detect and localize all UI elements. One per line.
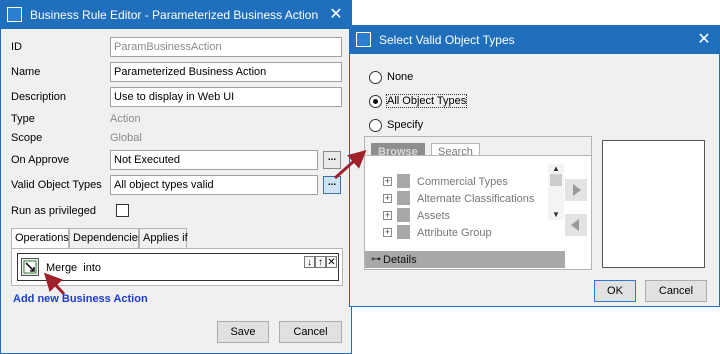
window-icon	[7, 7, 22, 22]
cancel-button[interactable]: Cancel	[279, 321, 342, 343]
close-icon[interactable]: ✕	[325, 4, 347, 26]
type-value: Action	[110, 113, 141, 125]
run-as-privileged-label: Run as privileged	[11, 205, 96, 217]
operation-label: Merge into	[46, 262, 102, 274]
select-valid-object-types-dialog: Select Valid Object Types ✕ None All Obj…	[349, 25, 720, 307]
add-business-action-link[interactable]: Add new Business Action	[13, 293, 148, 305]
radio-all-object-types-label[interactable]: All Object Types	[385, 94, 468, 108]
tree-expand-icon[interactable]: +	[383, 228, 392, 237]
scope-value: Global	[110, 132, 142, 144]
id-label: ID	[11, 41, 22, 53]
ok-button[interactable]: OK	[594, 280, 636, 302]
details-bar[interactable]: ⊶ Details	[365, 251, 565, 268]
tree-expand-icon[interactable]: +	[383, 194, 392, 203]
tree-expand-icon[interactable]: +	[383, 177, 392, 186]
move-left-button[interactable]	[565, 214, 587, 236]
radio-specify-label[interactable]: Specify	[387, 119, 423, 131]
dialog-title: Select Valid Object Types	[379, 33, 515, 47]
close-icon[interactable]: ✕	[693, 29, 715, 51]
tab-operations[interactable]: Operations	[11, 228, 69, 249]
tree-node-icon	[397, 208, 410, 222]
arrow-up-icon[interactable]: ↑	[315, 256, 326, 268]
on-approve-label: On Approve	[11, 154, 70, 166]
scroll-up-icon[interactable]: ▲	[548, 164, 564, 174]
valid-object-types-field[interactable]: All object types valid	[110, 175, 318, 195]
scope-label: Scope	[11, 132, 43, 144]
details-label: Details	[383, 254, 417, 266]
radio-specify[interactable]	[369, 119, 382, 132]
object-type-tree: + Commercial Types + Alternate Classific…	[364, 155, 592, 270]
tab-dependencies[interactable]: Dependencies	[69, 228, 143, 248]
tree-node-icon	[397, 225, 410, 239]
operations-panel: Merge into ↓ ↑ ✕	[11, 248, 343, 286]
tree-item-label: Attribute Group	[417, 227, 492, 239]
on-approve-browse-button[interactable]: ...	[323, 151, 341, 169]
radio-all-object-types[interactable]	[369, 95, 382, 108]
tree-item-label: Commercial Types	[417, 176, 508, 188]
move-right-icon	[573, 184, 581, 196]
tree-expand-icon[interactable]: +	[383, 211, 392, 220]
tree-node-icon	[397, 191, 410, 205]
editor-title: Business Rule Editor - Parameterized Bus…	[30, 8, 319, 22]
move-left-icon	[571, 219, 579, 231]
tree-node-icon	[397, 174, 410, 188]
save-button[interactable]: Save	[217, 321, 269, 343]
move-right-button[interactable]	[565, 179, 587, 201]
tab-applies-if[interactable]: Applies if	[139, 228, 188, 248]
editor-title-bar[interactable]: Business Rule Editor - Parameterized Bus…	[1, 1, 351, 29]
run-as-privileged-checkbox[interactable]	[116, 204, 129, 217]
dialog-window-icon	[356, 32, 371, 47]
radio-none-label[interactable]: None	[387, 71, 413, 83]
tree-scrollbar[interactable]: ▲ ▼	[548, 164, 564, 220]
operation-row[interactable]: Merge into ↓ ↑ ✕	[17, 253, 339, 281]
type-label: Type	[11, 113, 35, 125]
scroll-down-icon[interactable]: ▼	[548, 210, 564, 220]
remove-icon[interactable]: ✕	[326, 256, 337, 268]
selected-types-list[interactable]	[602, 140, 705, 268]
on-approve-field[interactable]: Not Executed	[110, 150, 318, 170]
details-icon: ⊶	[371, 254, 381, 265]
valid-object-types-browse-button[interactable]: ...	[323, 176, 341, 194]
id-field[interactable]: ParamBusinessAction	[110, 37, 342, 57]
tree-item-label: Assets	[417, 210, 451, 222]
arrow-down-icon[interactable]: ↓	[304, 256, 315, 268]
business-rule-editor-window: Business Rule Editor - Parameterized Bus…	[0, 0, 352, 354]
tree-item-label: Alternate Classifications	[417, 193, 535, 205]
name-label: Name	[11, 66, 41, 78]
name-field[interactable]: Parameterized Business Action	[110, 62, 342, 82]
description-field[interactable]: Use to display in Web UI	[110, 87, 342, 107]
description-label: Description	[11, 91, 67, 103]
valid-object-types-label: Valid Object Types	[11, 179, 102, 191]
dialog-title-bar[interactable]: Select Valid Object Types ✕	[350, 26, 719, 54]
dialog-cancel-button[interactable]: Cancel	[645, 280, 707, 302]
scroll-thumb[interactable]	[550, 174, 562, 186]
merge-operation-icon[interactable]	[21, 258, 39, 276]
radio-none[interactable]	[369, 71, 382, 84]
